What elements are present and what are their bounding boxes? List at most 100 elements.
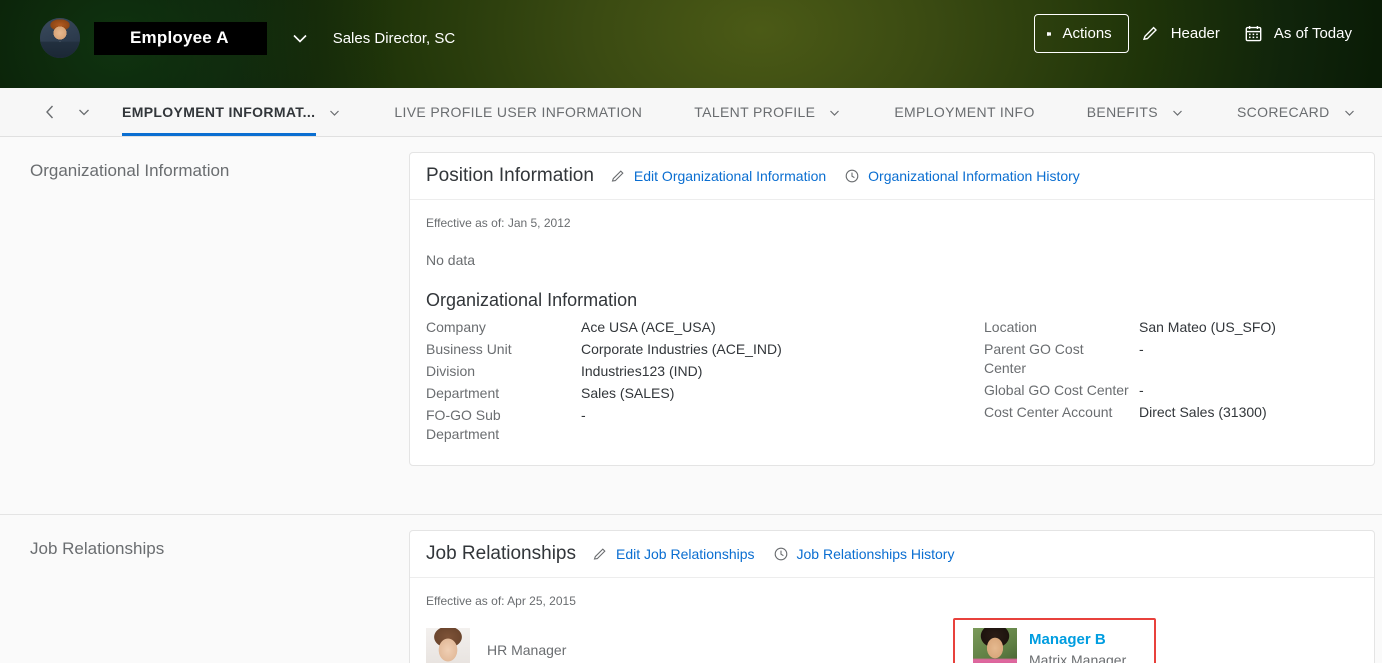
- chevron-down-icon[interactable]: [1170, 105, 1185, 120]
- fields-left-column: Company Ace USA (ACE_USA) Business Unit …: [426, 318, 892, 447]
- field-row: Location San Mateo (US_SFO): [984, 318, 1338, 337]
- pencil-icon: [610, 168, 626, 184]
- field-row: Company Ace USA (ACE_USA): [426, 318, 872, 337]
- field-row: FO-GO Sub Department -: [426, 406, 872, 444]
- tab-label: LIVE PROFILE USER INFORMATION: [394, 103, 643, 120]
- field-row: Global GO Cost Center -: [984, 381, 1338, 400]
- actions-button[interactable]: Actions: [1034, 14, 1129, 53]
- job-relationship-hr-manager[interactable]: HR Manager: [426, 628, 892, 663]
- clock-icon: [844, 168, 860, 184]
- field-row: Department Sales (SALES): [426, 384, 872, 403]
- field-label: Cost Center Account: [984, 404, 1113, 420]
- actions-button-label: Actions: [1062, 25, 1112, 42]
- field-label: Division: [426, 363, 476, 379]
- link-label: Edit Job Relationships: [615, 546, 755, 562]
- section-organizational-information: Organizational Information Position Info…: [0, 137, 1382, 466]
- tab-label: EMPLOYMENT INFO: [894, 103, 1035, 120]
- card-header: Job Relationships Edit Job Relationships…: [410, 531, 1374, 578]
- page-content: Organizational Information Position Info…: [0, 137, 1382, 663]
- pencil-icon: [1141, 24, 1160, 43]
- field-row: Parent GO Cost Center -: [984, 340, 1338, 378]
- field-label: Parent GO Cost Center: [984, 341, 1084, 376]
- matrix-manager-avatar[interactable]: [973, 628, 1017, 663]
- employee-avatar[interactable]: [40, 18, 80, 58]
- avatar-photo: [426, 628, 470, 663]
- effective-date-job-relationships: Effective as of: Apr 25, 2015: [426, 594, 576, 608]
- field-value: Sales (SALES): [581, 385, 675, 401]
- tab-talent-profile[interactable]: TALENT PROFILE: [694, 88, 842, 136]
- field-value: -: [1139, 341, 1144, 357]
- kebab-menu-icon: [1047, 29, 1052, 39]
- matrix-manager-name-link[interactable]: Manager B: [1029, 630, 1126, 650]
- header-edit-label: Header: [1170, 25, 1220, 42]
- card-body: Effective as of: Jan 5, 2012 No data Org…: [410, 200, 1374, 465]
- clock-icon: [773, 546, 789, 562]
- job-relationships-list: HR Manager Manager B Matrix Manager: [426, 618, 1358, 663]
- effective-date-organizational: Effective as of: Jan 5, 2012: [426, 216, 571, 230]
- card-header: Position Information Edit Organizational…: [410, 153, 1374, 200]
- matrix-manager-role: Matrix Manager: [1029, 652, 1127, 663]
- field-value: -: [581, 407, 586, 423]
- job-relationships-history-link[interactable]: Job Relationships History: [773, 546, 955, 562]
- field-label: Business Unit: [426, 341, 512, 357]
- card-title-job-relationships: Job Relationships: [426, 543, 576, 564]
- header-identity: Employee A Sales Director, SC: [40, 18, 455, 58]
- avatar-photo: [973, 628, 1017, 663]
- tab-label: TALENT PROFILE: [694, 103, 816, 120]
- tab-bar: EMPLOYMENT INFORMAT... LIVE PROFILE USER…: [0, 88, 1382, 137]
- chevron-down-icon[interactable]: [289, 27, 311, 49]
- tab-employment-info[interactable]: EMPLOYMENT INFO: [894, 88, 1034, 136]
- organizational-fields: Company Ace USA (ACE_USA) Business Unit …: [426, 318, 1358, 447]
- header-actions: Actions Header As of Today: [1034, 14, 1364, 53]
- section-title-organizational-information: Organizational Information: [30, 161, 230, 180]
- fields-right-column: Location San Mateo (US_SFO) Parent GO Co…: [892, 318, 1358, 447]
- app-header: Employee A Sales Director, SC Actions He…: [0, 0, 1382, 88]
- position-information-card: Position Information Edit Organizational…: [409, 152, 1375, 466]
- employee-name: Employee A: [94, 21, 267, 55]
- section-main: Position Information Edit Organizational…: [409, 137, 1382, 466]
- link-label: Edit Organizational Information: [633, 168, 827, 184]
- hr-manager-avatar[interactable]: [426, 628, 470, 663]
- link-label: Organizational Information History: [868, 168, 1080, 184]
- field-value: Ace USA (ACE_USA): [581, 319, 716, 335]
- tab-list: EMPLOYMENT INFORMAT... LIVE PROFILE USER…: [122, 88, 1382, 136]
- field-label: FO-GO Sub Department: [426, 407, 501, 442]
- hr-manager-role: HR Manager: [487, 642, 567, 658]
- tab-previous-button[interactable]: [33, 88, 67, 137]
- section-job-relationships: Job Relationships Job Relationships Edit…: [0, 515, 1382, 663]
- edit-organizational-information-link[interactable]: Edit Organizational Information: [610, 168, 826, 184]
- card-title-position-information: Position Information: [426, 165, 594, 186]
- job-relationship-matrix-manager[interactable]: Manager B Matrix Manager: [953, 618, 1156, 663]
- section-main: Job Relationships Edit Job Relationships…: [409, 515, 1382, 663]
- tab-benefits[interactable]: BENEFITS: [1087, 88, 1185, 136]
- header-edit-button[interactable]: Header: [1129, 16, 1232, 51]
- chevron-down-icon[interactable]: [1342, 105, 1357, 120]
- section-side-label: Organizational Information: [0, 137, 409, 466]
- chevron-down-icon[interactable]: [827, 105, 842, 120]
- field-row: Division Industries123 (IND): [426, 362, 872, 381]
- field-value: San Mateo (US_SFO): [1139, 319, 1276, 335]
- tab-overflow-button[interactable]: [67, 88, 101, 137]
- as-of-date-label: As of Today: [1273, 25, 1352, 42]
- pencil-icon: [592, 546, 608, 562]
- field-label: Department: [426, 385, 500, 401]
- tab-live-profile-user-information[interactable]: LIVE PROFILE USER INFORMATION: [394, 88, 642, 136]
- card-body: Effective as of: Apr 25, 2015 HR Manager: [410, 578, 1374, 663]
- tab-employment-information[interactable]: EMPLOYMENT INFORMAT...: [122, 88, 342, 136]
- tab-scorecard[interactable]: SCORECARD: [1237, 88, 1357, 136]
- section-title-job-relationships: Job Relationships: [30, 539, 165, 558]
- chevron-down-icon[interactable]: [327, 105, 342, 120]
- edit-job-relationships-link[interactable]: Edit Job Relationships: [592, 546, 755, 562]
- tab-label: SCORECARD: [1236, 103, 1330, 120]
- job-relationships-card: Job Relationships Edit Job Relationships…: [409, 530, 1375, 663]
- tab-nav-controls: [0, 88, 101, 136]
- field-row: Cost Center Account Direct Sales (31300): [984, 403, 1338, 422]
- field-value: Direct Sales (31300): [1139, 404, 1267, 420]
- section-side-label: Job Relationships: [0, 515, 409, 663]
- field-row: Business Unit Corporate Industries (ACE_…: [426, 340, 872, 359]
- job-relationship-text: HR Manager: [487, 640, 566, 660]
- field-value: Corporate Industries (ACE_IND): [581, 341, 782, 357]
- organizational-information-history-link[interactable]: Organizational Information History: [844, 168, 1080, 184]
- as-of-date-button[interactable]: As of Today: [1232, 16, 1364, 51]
- link-label: Job Relationships History: [796, 546, 955, 562]
